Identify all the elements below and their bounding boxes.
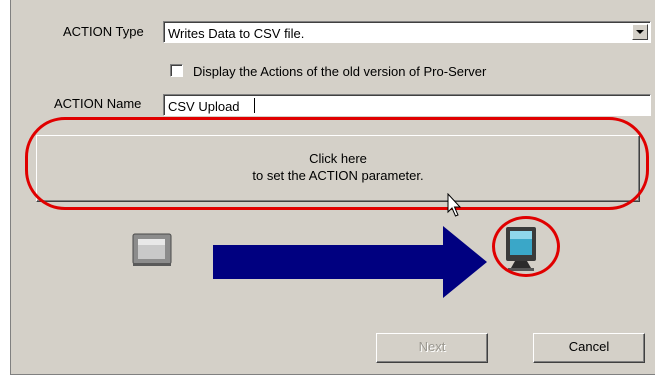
old-version-checkbox[interactable] [170,64,183,77]
action-type-dropdown[interactable]: Writes Data to CSV file. [163,21,651,43]
action-name-value: CSV Upload [168,99,240,114]
action-type-value: Writes Data to CSV file. [168,26,305,41]
right-arrow-icon [213,226,487,298]
cancel-button[interactable]: Cancel [533,333,645,363]
text-caret [254,98,255,113]
action-settings-dialog: ACTION Type Writes Data to CSV file. Dis… [10,0,655,375]
chevron-down-icon[interactable] [632,24,648,40]
action-name-label: ACTION Name [54,96,142,111]
old-version-checkbox-label: Display the Actions of the old version o… [193,64,487,79]
next-button-label: Next [418,339,446,354]
action-name-field[interactable]: CSV Upload [163,94,651,116]
mouse-cursor-icon [447,193,462,217]
display-panel-icon [132,233,172,266]
next-button[interactable]: Next [376,333,488,363]
highlight-ellipse [25,117,649,210]
highlight-circle [492,216,560,277]
action-type-label: ACTION Type [63,24,144,39]
cancel-button-label: Cancel [568,339,610,354]
